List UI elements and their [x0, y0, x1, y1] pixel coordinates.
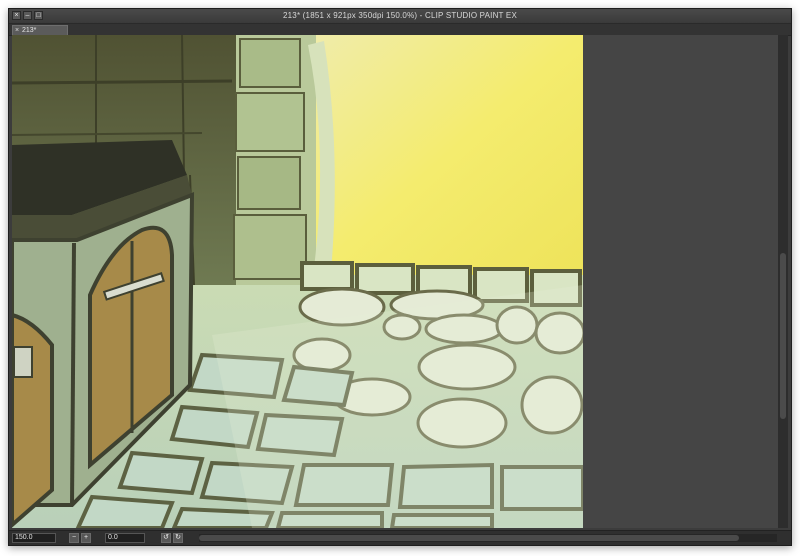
rotation-field[interactable]: 0.0: [105, 533, 145, 543]
window-title: 213* (1851 x 921px 350dpi 150.0%) - CLIP…: [283, 11, 517, 20]
zoom-out-button[interactable]: −: [69, 533, 79, 543]
zoom-in-button[interactable]: +: [81, 533, 91, 543]
horizontal-scroll-thumb[interactable]: [199, 535, 739, 541]
rotate-right-button[interactable]: ↻: [173, 533, 183, 543]
horizontal-scrollbar[interactable]: [199, 534, 777, 542]
app-window: × – □ 213* (1851 x 921px 350dpi 150.0%) …: [8, 8, 792, 546]
tab-label: 213*: [22, 27, 37, 34]
vertical-scrollbar[interactable]: [778, 35, 788, 528]
canvas-area[interactable]: [12, 35, 779, 528]
vertical-scroll-thumb[interactable]: [780, 253, 786, 419]
tab-close-icon[interactable]: ×: [15, 26, 19, 35]
status-bar: 150.0 − + 0.0 ↺ ↻: [9, 530, 791, 545]
rotate-left-button[interactable]: ↺: [161, 533, 171, 543]
document-tab[interactable]: × 213*: [12, 25, 68, 35]
zoom-field[interactable]: 150.0: [12, 533, 56, 543]
title-bar[interactable]: × – □ 213* (1851 x 921px 350dpi 150.0%) …: [9, 9, 791, 24]
doorway-light: [312, 35, 583, 275]
artwork-canvas[interactable]: [12, 35, 583, 528]
